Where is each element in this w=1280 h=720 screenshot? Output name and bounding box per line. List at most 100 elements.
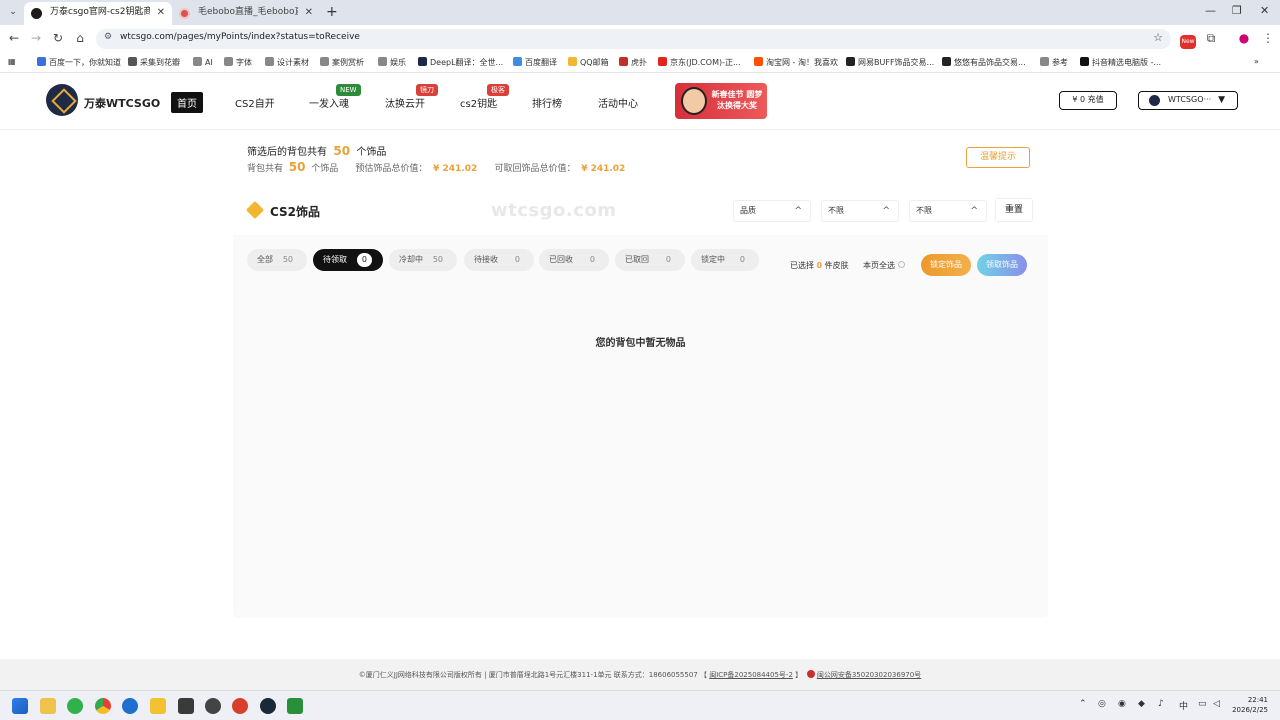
url-field[interactable]: ⚙ wtcsgo.com/pages/myPoints/index?status… (96, 29, 1171, 49)
browser-tab-active[interactable]: 万泰csgo官网-cs2钥匙商城-cs ✕ (24, 2, 172, 25)
status-tab[interactable]: 待接收 0 (464, 249, 534, 271)
bookmark-item[interactable]: DeepL翻译：全世... (418, 57, 503, 68)
icp-link[interactable]: 闽ICP备2025084405号-2 (709, 671, 793, 679)
status-tab[interactable]: 待领取 0 (313, 249, 383, 271)
tab-close-icon[interactable]: ✕ (157, 2, 165, 23)
bookmark-star-icon[interactable]: ☆ (1153, 31, 1163, 44)
close-window-button[interactable]: ✕ (1260, 4, 1269, 17)
volume-icon[interactable]: ◁ (1213, 699, 1220, 709)
tray-expand-icon[interactable]: ⌃ (1079, 699, 1087, 709)
tab-search-button[interactable]: ⌄ (6, 5, 20, 19)
bookmark-item[interactable]: 百度一下，你就知道 (37, 57, 121, 68)
quality-filter-select[interactable]: 品质 ^ (733, 200, 811, 222)
site-info-icon[interactable]: ⚙ (104, 32, 112, 42)
steam-icon[interactable] (260, 698, 276, 714)
reload-icon[interactable]: ↻ (50, 31, 66, 45)
apps-grid-icon[interactable]: ▦ (8, 57, 16, 66)
status-tab[interactable]: 已取回 0 (615, 249, 685, 271)
tray-app-icon[interactable]: ◉ (1118, 699, 1126, 709)
bookmark-item[interactable]: 设计素材 (265, 57, 309, 68)
bookmark-item[interactable]: QQ邮箱 (568, 57, 609, 68)
bookmark-item[interactable]: 虎扑 (619, 57, 647, 68)
tab-close-icon[interactable]: ✕ (305, 2, 313, 23)
brand-name[interactable]: 万泰WTCSGO (84, 95, 160, 111)
profile-avatar-icon[interactable]: ● (1236, 31, 1252, 45)
tips-button[interactable]: 温馨提示 (966, 147, 1030, 168)
home-icon[interactable]: ⌂ (72, 31, 88, 45)
bookmark-item[interactable]: 参考 (1040, 57, 1068, 68)
bookmark-item[interactable]: 百度翻译 (513, 57, 557, 68)
network-icon[interactable]: ▭ (1198, 699, 1207, 709)
bookmark-item[interactable]: 娱乐 (378, 57, 406, 68)
reset-button[interactable]: 重置 (995, 198, 1033, 222)
nav-one-shot[interactable]: 一发入魂 (309, 95, 349, 110)
bookmarks-bar: ▦ 百度一下，你就知道 采集到花瓣 AI 字体 设计素材 案例赏析 娱乐 DeepL翻译：全世… (0, 53, 1280, 73)
lock-items-button[interactable]: 锁定饰品 (921, 254, 971, 276)
file-explorer-icon[interactable] (40, 698, 56, 714)
windows-start-icon[interactable] (12, 698, 28, 714)
bookmark-item[interactable]: 抖音精选电脑版 -... (1080, 57, 1161, 68)
status-tab[interactable]: 锁定中 0 (691, 249, 759, 271)
site-logo[interactable] (46, 84, 78, 116)
nav-home[interactable]: 首页 (171, 92, 203, 113)
app-icon[interactable] (150, 698, 166, 714)
status-tab-label: 锁定中 (701, 255, 725, 264)
nav-cs2-keys[interactable]: cs2钥匙 (460, 95, 497, 110)
status-tab-count: 0 (739, 255, 745, 264)
banner-text: 新春佳节 圆梦汰换得大奖 (711, 90, 763, 110)
select-all-radio[interactable] (898, 261, 905, 268)
new-badge-icon[interactable]: New (1180, 35, 1196, 49)
ime-indicator[interactable]: 中 (1179, 699, 1188, 712)
bookmark-favicon-icon (224, 57, 233, 66)
nav-activity-center[interactable]: 活动中心 (598, 95, 638, 110)
tray-steam-icon[interactable]: ◆ (1138, 699, 1145, 709)
bookmark-item[interactable]: 字体 (224, 57, 252, 68)
app-icon[interactable] (287, 698, 303, 714)
bookmark-item[interactable]: AI (193, 57, 213, 67)
spring-festival-banner[interactable]: 新春佳节 圆梦汰换得大奖 (675, 83, 767, 119)
minimize-button[interactable]: — (1205, 4, 1216, 17)
recharge-button[interactable]: ¥ 0 充值 (1059, 91, 1117, 110)
nav-trade-up[interactable]: 汰换云开 (385, 95, 425, 110)
bookmark-item[interactable]: 京东(JD.COM)-正... (658, 57, 741, 68)
app-icon[interactable] (178, 698, 194, 714)
user-menu-button[interactable]: WTCSGO··· ▼ (1138, 91, 1238, 110)
bookmark-item[interactable]: 案例赏析 (320, 57, 364, 68)
filter-select-2[interactable]: 不限 ^ (821, 200, 899, 222)
nav-leaderboard[interactable]: 排行榜 (532, 95, 562, 110)
browser-tab[interactable]: 毛ebobo直播_毛ebobo直播_毛 ✕ (172, 2, 320, 25)
bookmark-item[interactable]: 悠悠有品饰品交易... (942, 57, 1026, 68)
tray-app-icon[interactable]: ◎ (1098, 699, 1106, 709)
extensions-icon[interactable]: ⧉ (1203, 31, 1219, 46)
forward-icon[interactable]: → (28, 31, 44, 45)
bookmark-item[interactable]: 淘宝网 - 淘！我喜欢 (754, 57, 838, 68)
footer-text: ©厦门仁义JJ网络科技有限公司版权所有 | 厦门市普厝埕北路1号元汇楼311-1… (0, 670, 1280, 680)
app-icon[interactable] (205, 698, 221, 714)
app-icon[interactable] (232, 698, 248, 714)
back-icon[interactable]: ← (6, 31, 22, 45)
chrome-icon[interactable] (95, 698, 111, 714)
bookmark-item[interactable]: 采集到花瓣 (128, 57, 180, 68)
status-tab[interactable]: 已回收 0 (539, 249, 609, 271)
wechat-icon[interactable] (67, 698, 83, 714)
more-bookmarks-icon[interactable]: » (1254, 57, 1259, 66)
maximize-button[interactable]: ❐ (1232, 4, 1242, 17)
bookmark-label: 参考 (1052, 58, 1068, 67)
microphone-icon[interactable]: ♪ (1158, 699, 1164, 709)
bookmark-label: AI (205, 58, 213, 67)
app-icon[interactable] (122, 698, 138, 714)
police-record-link[interactable]: 闽公网安备35020302036970号 (817, 671, 921, 679)
browser-menu-icon[interactable]: ⋮ (1260, 31, 1276, 45)
nav-cs2-open[interactable]: CS2自开 (235, 95, 275, 110)
nav-trade-tag: 镜刀 (416, 84, 438, 96)
filter-select-3[interactable]: 不限 ^ (909, 200, 987, 222)
bookmark-item[interactable]: 网易BUFF饰品交易... (846, 57, 934, 68)
status-tab[interactable]: 全部 50 (247, 249, 307, 271)
status-tab[interactable]: 冷却中 50 (389, 249, 457, 271)
clock[interactable]: 22:41 2026/2/25 (1228, 695, 1268, 715)
select-all-toggle[interactable]: 本页全选 (863, 260, 905, 271)
site-header: 万泰WTCSGO 首页 CS2自开 一发入魂 NEW 汰换云开 镜刀 cs2钥匙… (0, 74, 1280, 130)
new-tab-button[interactable]: + (326, 4, 338, 20)
site-favicon-icon (31, 8, 42, 19)
claim-items-button[interactable]: 领取饰品 (977, 254, 1027, 276)
